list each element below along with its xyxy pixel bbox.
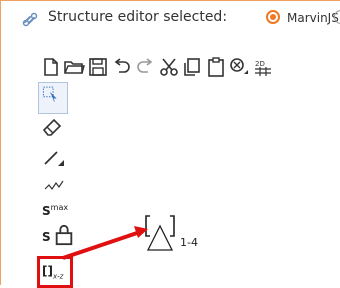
left-toolbar: Smax S []x-z [34,82,74,282]
s-max-icon[interactable]: Smax [42,200,69,222]
s-lock-icon[interactable]: S [42,224,73,248]
triangle-ring [146,224,174,251]
left-bracket [145,215,150,237]
bracket-repeat-label: 1-4 [180,236,198,249]
undo-icon[interactable] [111,56,133,78]
paste-icon[interactable] [205,56,227,78]
clear-zoom-icon[interactable] [228,56,250,78]
structure-editor-label: Structure editor selected: [48,9,228,25]
s-lock-label: S [42,230,51,244]
radio-marvinjs[interactable] [266,10,280,24]
cut-icon[interactable] [158,56,180,78]
rectangle-select-icon[interactable] [38,82,68,114]
redo-icon[interactable] [134,56,156,78]
clean-2d-icon[interactable]: 2D [252,56,274,78]
save-icon[interactable] [87,56,109,78]
right-bracket [170,215,175,237]
editor-selector-bar: Structure editor selected: MarvinJS [0,0,340,40]
s-max-label: S [42,204,51,218]
single-bond-icon[interactable] [42,146,66,168]
highlight-box [37,256,73,288]
new-document-icon[interactable] [40,56,62,78]
chain-link-icon [22,10,40,28]
marvinjs-option-label[interactable]: MarvinJS [287,11,339,25]
svg-text:2D: 2D [255,60,265,68]
s-max-sup: max [50,203,69,212]
open-folder-icon[interactable] [63,56,85,78]
copy-icon[interactable] [181,56,203,78]
chain-icon[interactable] [42,173,66,195]
main-toolbar: 2D [0,52,340,82]
eraser-icon[interactable] [42,117,66,139]
